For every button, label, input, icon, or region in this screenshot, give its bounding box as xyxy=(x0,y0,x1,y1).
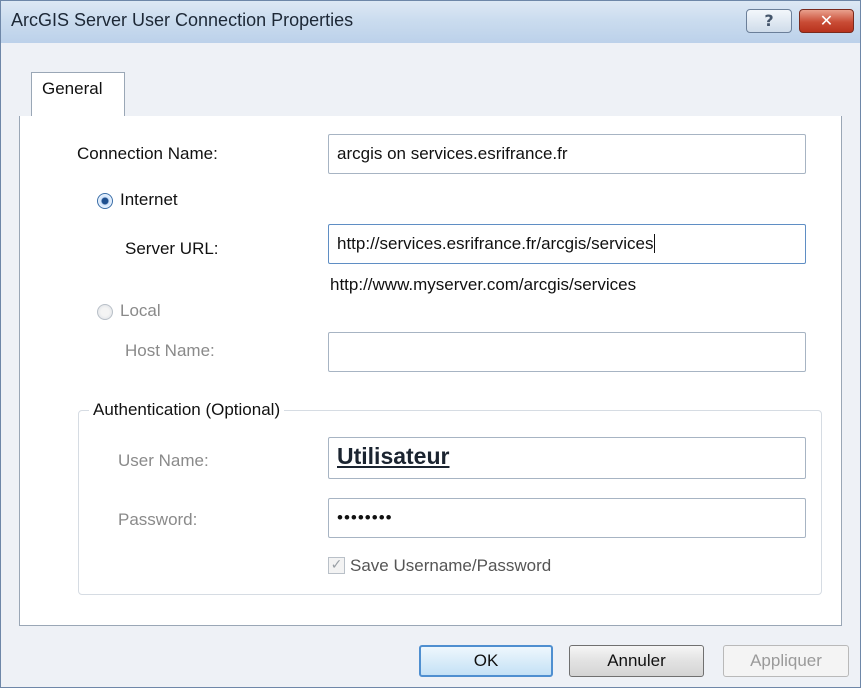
connection-name-label: Connection Name: xyxy=(77,144,218,163)
server-url-input[interactable]: http://services.esrifrance.fr/arcgis/ser… xyxy=(328,224,806,264)
password-input[interactable]: •••••••• xyxy=(328,498,806,538)
server-url-value: http://services.esrifrance.fr/arcgis/ser… xyxy=(337,234,654,253)
close-button[interactable]: ✕ xyxy=(799,9,854,33)
user-name-input[interactable]: Utilisateur xyxy=(328,437,806,479)
server-url-hint: http://www.myserver.com/arcgis/services xyxy=(330,275,637,294)
local-radio[interactable] xyxy=(97,304,113,320)
connection-name-input[interactable]: arcgis on services.esrifrance.fr xyxy=(328,134,806,174)
host-name-label: Host Name: xyxy=(125,341,215,360)
host-name-input[interactable] xyxy=(328,332,806,372)
ok-button[interactable]: OK xyxy=(419,645,553,677)
dialog-title: ArcGIS Server User Connection Properties xyxy=(11,10,354,30)
internet-label[interactable]: Internet xyxy=(120,190,178,210)
password-label: Password: xyxy=(118,510,198,529)
server-url-label: Server URL: xyxy=(125,239,219,258)
save-credentials-checkbox[interactable]: ✓ xyxy=(328,557,345,574)
connection-properties-dialog: ArcGIS Server User Connection Properties… xyxy=(0,0,861,688)
user-name-label: User Name: xyxy=(118,451,209,470)
title-bar: ArcGIS Server User Connection Properties… xyxy=(1,1,860,43)
internet-radio[interactable] xyxy=(97,193,113,209)
save-credentials-label[interactable]: Save Username/Password xyxy=(350,556,551,576)
authentication-legend: Authentication (Optional) xyxy=(89,400,285,420)
help-button[interactable]: ? xyxy=(746,9,792,33)
cancel-button[interactable]: Annuler xyxy=(569,645,704,677)
tab-general[interactable]: General xyxy=(31,72,125,117)
local-label[interactable]: Local xyxy=(120,301,161,321)
apply-button[interactable]: Appliquer xyxy=(723,645,849,677)
